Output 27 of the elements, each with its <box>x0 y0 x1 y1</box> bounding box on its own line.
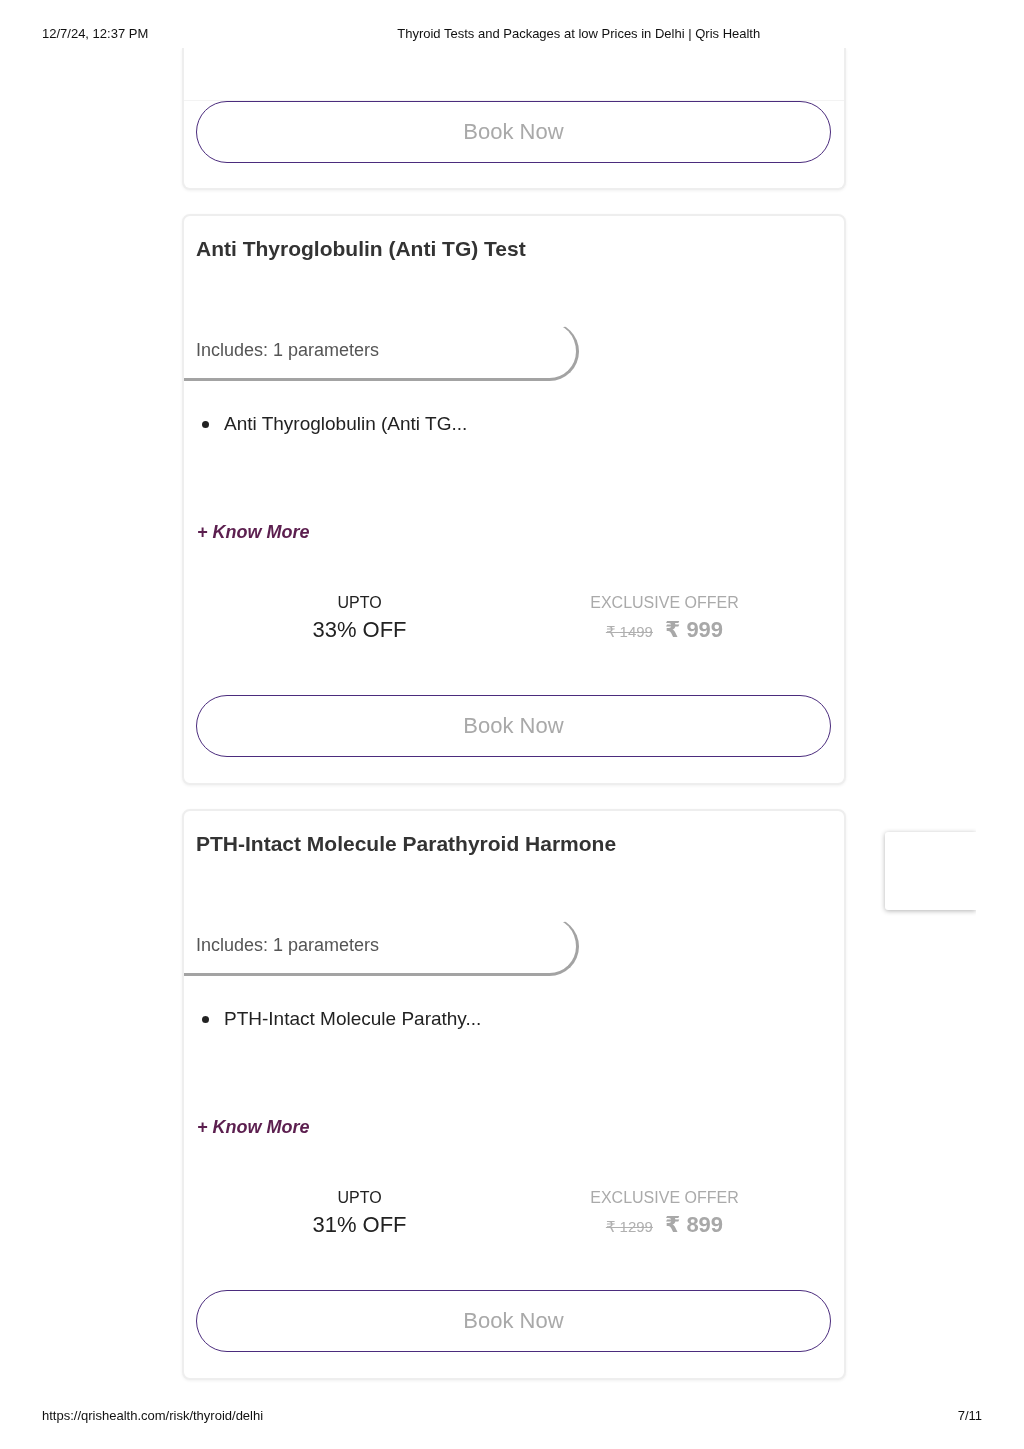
book-now-button[interactable]: Book Now <box>196 695 831 757</box>
page-url: https://qrishealth.com/risk/thyroid/delhi <box>42 1408 264 1424</box>
offer-price: ₹ 999 <box>664 616 724 644</box>
parameter-item: PTH-Intact Molecule Parathy... <box>224 1007 482 1031</box>
discount-text: 33% OFF <box>312 616 407 644</box>
discount-text: 31% OFF <box>312 1211 407 1239</box>
print-date: 12/7/24, 12:37 PM <box>42 26 149 43</box>
offer-label: EXCLUSIVE OFFER <box>590 1188 739 1208</box>
offer-price: ₹ 899 <box>664 1211 724 1239</box>
parameter-item: Anti Thyroglobulin (Anti TG... <box>224 412 468 436</box>
original-price: ₹ 1499 <box>605 622 653 642</box>
page-number: 7/11 <box>957 1408 982 1424</box>
bullet-icon <box>202 420 209 428</box>
page-title: Thyroid Tests and Packages at low Prices in Delhi | Qris Health <box>397 26 761 43</box>
upto-label: UPTO <box>337 1188 382 1208</box>
book-now-button[interactable]: Book Now <box>196 1290 831 1352</box>
upto-label: UPTO <box>337 593 382 613</box>
parameters-count-banner: Includes: 1 parameters <box>184 917 579 976</box>
offer-label: EXCLUSIVE OFFER <box>590 593 739 613</box>
test-title: Anti Thyroglobulin (Anti TG) Test <box>196 236 526 262</box>
know-more-link[interactable]: + Know More <box>197 1116 310 1138</box>
test-title: PTH-Intact Molecule Parathyroid Harmone <box>196 831 617 857</box>
know-more-link[interactable]: + Know More <box>197 521 310 543</box>
bullet-icon <box>202 1015 209 1023</box>
book-now-button[interactable]: Book Now <box>196 101 831 163</box>
original-price: ₹ 1299 <box>605 1217 653 1237</box>
parameters-count-banner: Includes: 1 parameters <box>184 322 579 381</box>
